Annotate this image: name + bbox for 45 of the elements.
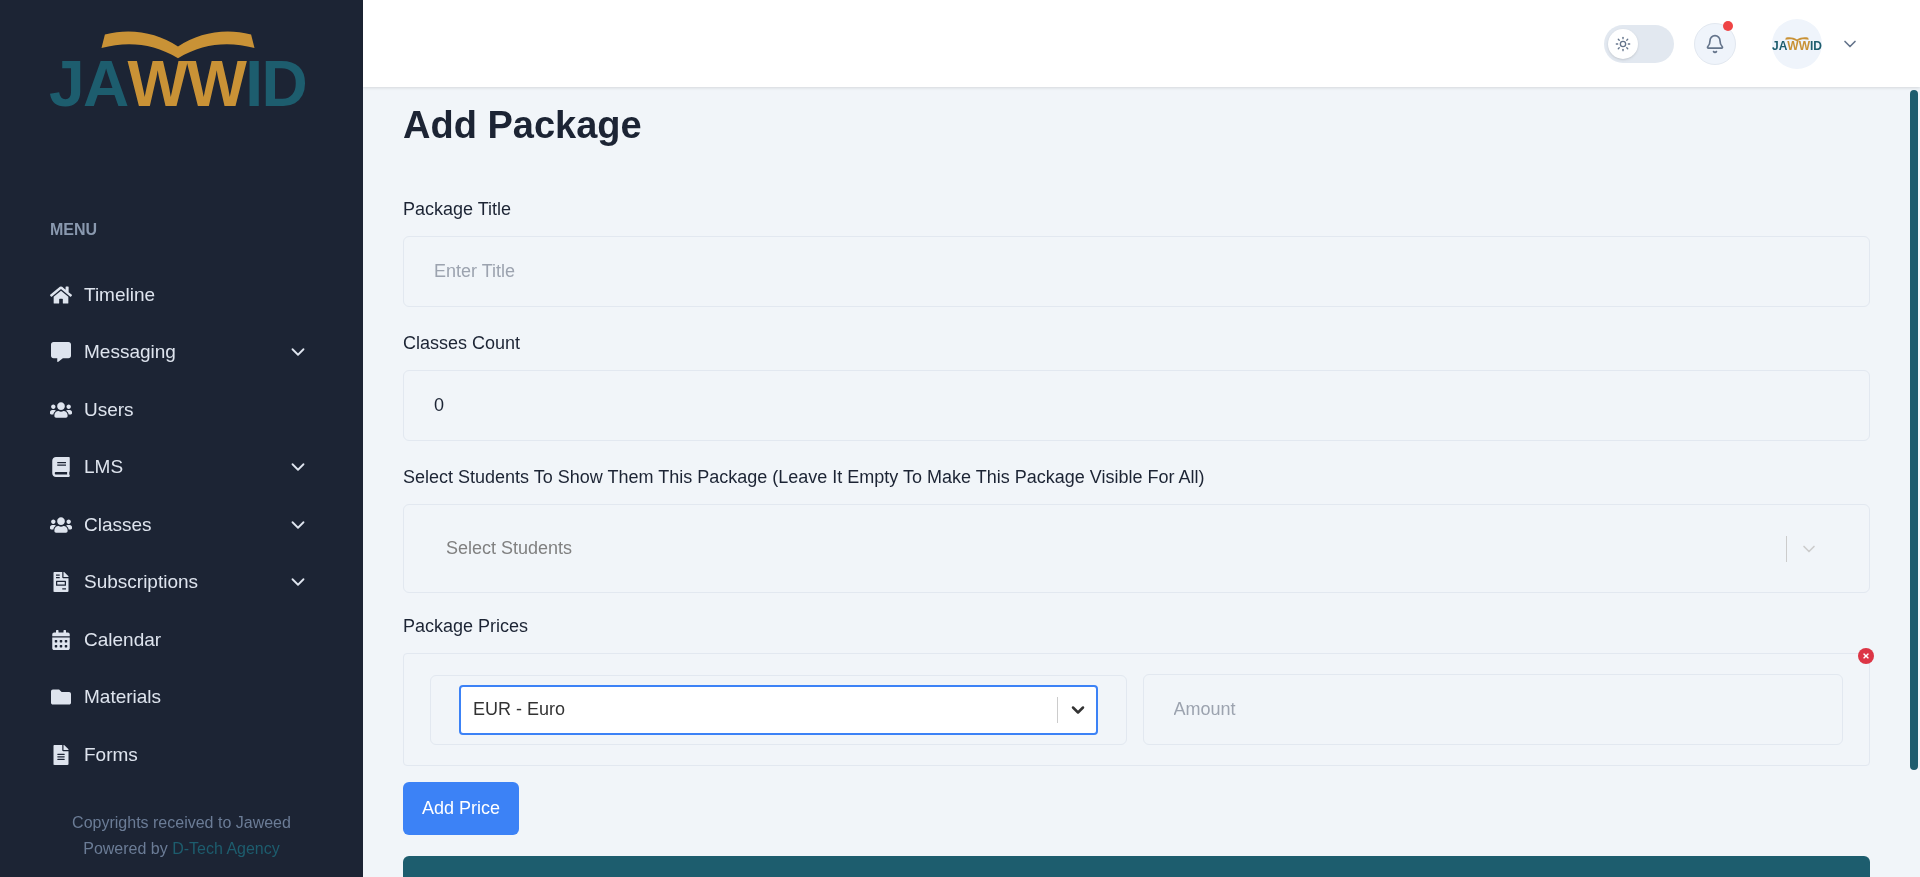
sidebar-item[interactable]: Subscriptions (40, 553, 323, 611)
field-label: Classes Count (403, 332, 522, 355)
notification-button[interactable] (1694, 22, 1736, 65)
add-price-button[interactable]: Add Price (403, 782, 520, 835)
logo-text: JA (48, 52, 128, 116)
sidebar-item[interactable]: Messaging (40, 323, 323, 381)
select-field[interactable]: Select Students (403, 504, 1870, 593)
currency-select[interactable]: EUR - Euro (459, 684, 1098, 735)
sidebar-item[interactable]: Materials (40, 668, 323, 726)
powered-by-text: Powered by D-Tech Agency (83, 838, 280, 859)
field-label: Select Students To Show Them This Package (Leave It Empty To Make This Package Visible For All) (403, 466, 1206, 489)
speech-bubble-icon (50, 342, 72, 363)
copyright-text: Copyrights received to Jaweed (72, 812, 291, 833)
sidebar-item[interactable]: Users (40, 381, 323, 439)
sidebar-item[interactable]: Timeline (40, 266, 323, 324)
sun-icon (1615, 35, 1631, 52)
field-label: Package Title (403, 198, 513, 221)
logo-text: WW (127, 52, 246, 116)
input-field[interactable]: Enter Title (403, 236, 1870, 307)
sidebar-item[interactable]: Calendar (40, 611, 323, 669)
logo-text: JA (1772, 39, 1788, 52)
book-icon (50, 457, 72, 478)
logo-text: WW (1787, 39, 1810, 52)
page-title: Add Package (403, 103, 643, 148)
currency-value: EUR - Euro (473, 698, 567, 721)
open-book-icon (1784, 35, 1810, 42)
logo-text: ID (1810, 39, 1822, 52)
users-icon (50, 514, 72, 535)
bell-icon (1705, 33, 1725, 54)
field-label: Package Prices (403, 615, 530, 638)
menu-heading: MENU (50, 220, 99, 240)
home-icon (50, 284, 72, 305)
sidebar-item[interactable]: LMS (40, 438, 323, 496)
users-icon (50, 399, 72, 420)
sidebar-item[interactable]: Forms (40, 726, 323, 784)
close-icon (1862, 652, 1870, 660)
input-field[interactable]: 0 (403, 370, 1870, 441)
remove-button[interactable] (1858, 648, 1874, 664)
folder-icon (50, 687, 72, 708)
calendar-icon (50, 629, 72, 650)
theme-toggle[interactable] (1604, 24, 1674, 63)
amount-field[interactable]: Amount (1142, 674, 1843, 745)
select-placeholder: Select Students (446, 537, 574, 560)
avatar[interactable]: JAWWID (1772, 18, 1822, 69)
sidebar-item[interactable]: Classes (40, 496, 323, 554)
